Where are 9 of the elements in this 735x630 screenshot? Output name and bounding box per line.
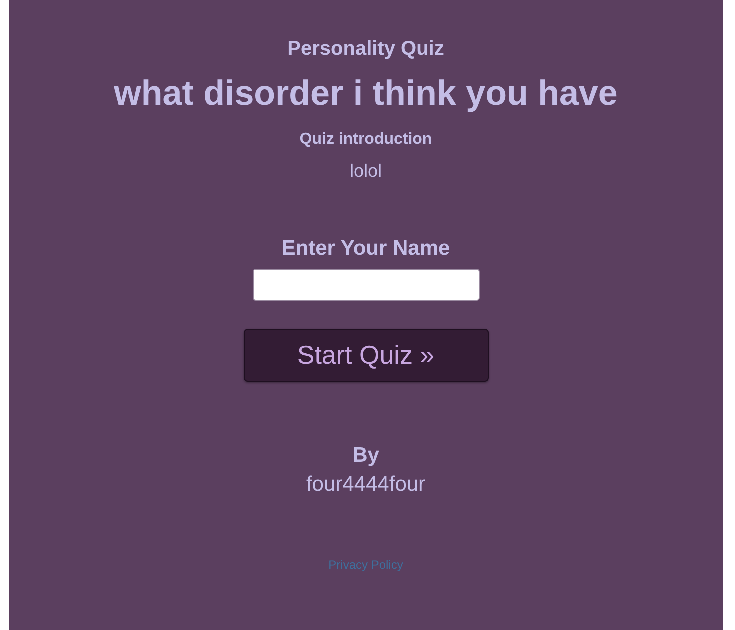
name-input-field[interactable] [252,269,480,301]
name-label: Enter Your Name [282,236,450,262]
start-quiz-button[interactable]: Start Quiz » [244,329,488,382]
intro-text: lolol [350,160,382,182]
quiz-type-heading: Personality Quiz [288,37,444,61]
quiz-title: what disorder i think you have [114,73,618,115]
by-label: By [352,443,380,469]
author-name: four4444four [306,472,426,498]
intro-heading: Quiz introduction [300,130,432,150]
